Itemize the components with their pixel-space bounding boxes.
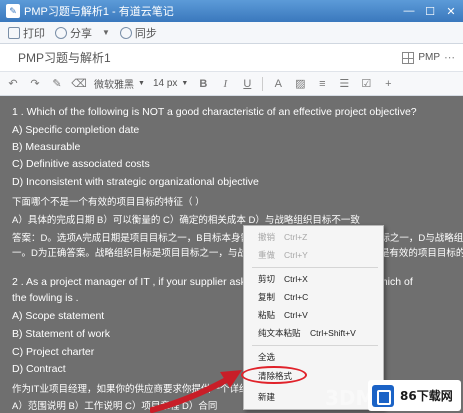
menu-item-shortcut: Ctrl+V — [284, 310, 308, 320]
toolbar-divider — [262, 76, 264, 91]
content-line: the fowling is . — [12, 292, 79, 304]
content-line: 下面哪个不是一个有效的项目目标的特征（ ） — [12, 197, 205, 208]
content-line: D) Inconsistent with strategic organizat… — [12, 176, 259, 188]
site-logo-icon — [372, 384, 394, 407]
highlight-circle — [241, 366, 307, 384]
menu-item-shortcut: Ctrl+C — [284, 292, 309, 302]
menu-item-select-all[interactable]: 全选 — [244, 348, 384, 366]
sync-button[interactable]: 同步 — [119, 25, 157, 41]
print-button[interactable]: 打印 — [8, 25, 45, 41]
window-title: PMP习题与解析1 - 有道云笔记 — [24, 6, 174, 18]
menu-item-shortcut: Ctrl+Shift+V — [310, 328, 356, 338]
content-line: B) Measurable — [12, 141, 81, 153]
title-bar: ✎ PMP习题与解析1 - 有道云笔记 — ☐ ✕ — [0, 0, 463, 22]
menu-item-copy[interactable]: 复制 Ctrl+C — [244, 288, 384, 306]
font-size-select[interactable]: 14 px ▼ — [153, 78, 188, 89]
redo-icon[interactable]: ↷ — [28, 77, 42, 91]
content-line: B) Statement of work — [12, 328, 111, 340]
share-button[interactable]: 分享 — [55, 25, 92, 41]
notebook-icon — [402, 51, 415, 64]
menu-item-cut[interactable]: 剪切 Ctrl+X — [244, 270, 384, 288]
content-line: D) Contract — [12, 363, 66, 375]
note-icon: ✎ — [6, 4, 20, 18]
clear-format-icon[interactable]: ⌫ — [71, 77, 87, 91]
italic-button[interactable]: I — [218, 77, 232, 91]
menu-item-paste-plain-text[interactable]: 纯文本粘贴 Ctrl+Shift+V — [244, 324, 384, 342]
annotation-arrow — [150, 370, 242, 413]
menu-item-label: 撤销 — [258, 232, 276, 242]
bold-button[interactable]: B — [196, 77, 210, 91]
align-icon[interactable]: ≡ — [315, 77, 329, 91]
content-line: 答案：D。选项A完成日期是项目目标之一，B目标本身需可衡量，C确定相关成本也是目… — [12, 233, 463, 244]
content-line: C) Project charter — [12, 346, 95, 358]
content-line: A) Specific completion date — [12, 124, 140, 136]
menu-item-redo[interactable]: 重做 Ctrl+Y — [244, 246, 384, 264]
menu-item-shortcut: Ctrl+Y — [284, 250, 308, 260]
sync-label: 同步 — [134, 27, 157, 40]
font-size-value: 14 px — [152, 78, 178, 89]
main-toolbar: 打印 分享 ▼ 同步 — [0, 22, 463, 44]
menu-item-label: 粘贴 — [258, 310, 276, 320]
chevron-down-icon[interactable]: ▼ — [102, 28, 110, 37]
maximize-icon[interactable]: ☐ — [421, 2, 439, 20]
content-line: A）具体的完成日期 B）可以衡量的 C）确定的相关成本 D）与战略组织目标不一致 — [12, 215, 360, 226]
undo-icon[interactable]: ↶ — [6, 77, 20, 91]
menu-item-paste[interactable]: 粘贴 Ctrl+V — [244, 306, 384, 324]
chevron-down-icon: ▼ — [138, 80, 145, 87]
menu-divider — [252, 345, 378, 346]
note-title-bar: PMP习题与解析1 PMP ⋯ — [0, 44, 463, 72]
menu-item-shortcut: Ctrl+Z — [284, 232, 308, 242]
menu-item-undo[interactable]: 撤销 Ctrl+Z — [244, 228, 384, 246]
menu-item-label: 新建 — [258, 392, 276, 402]
content-line: 一。D为正确答案。战略组织目标是项目目标之一，与战略组织目标不一致的项目目标不是… — [12, 248, 463, 259]
content-line: C) Definitive associated costs — [12, 158, 150, 170]
menu-item-label: 剪切 — [258, 274, 276, 284]
share-icon — [55, 26, 67, 39]
share-label: 分享 — [70, 27, 92, 40]
sync-icon — [119, 26, 132, 39]
highlight-icon[interactable]: ▨ — [293, 77, 307, 91]
font-color-icon[interactable]: A — [271, 77, 285, 91]
watermark-86xiazai: 86下载网 — [368, 380, 461, 411]
underline-button[interactable]: U — [240, 77, 254, 91]
menu-item-label: 复制 — [258, 292, 276, 302]
checkbox-icon[interactable]: ☑ — [359, 77, 373, 91]
more-icon[interactable]: ⋯ — [444, 51, 455, 64]
menu-item-label: 全选 — [258, 352, 276, 362]
font-family-select[interactable]: 微软雅黑 ▼ — [94, 76, 145, 91]
menu-item-label: 重做 — [258, 250, 276, 260]
menu-item-shortcut: Ctrl+X — [284, 274, 308, 284]
format-painter-icon[interactable]: ✎ — [50, 77, 64, 91]
print-label: 打印 — [23, 27, 45, 40]
menu-divider — [252, 267, 378, 268]
close-icon[interactable]: ✕ — [442, 2, 460, 20]
chevron-down-icon: ▼ — [181, 80, 189, 87]
menu-item-label: 纯文本粘贴 — [258, 328, 301, 338]
format-toolbar: ↶ ↷ ✎ ⌫ 微软雅黑 ▼ 14 px ▼ B I U A ▨ ≡ ☰ ☑ + — [0, 72, 463, 96]
print-icon — [8, 26, 20, 39]
list-icon[interactable]: ☰ — [337, 77, 351, 91]
note-title[interactable]: PMP习题与解析1 — [18, 49, 111, 66]
notebook-selector[interactable]: PMP — [418, 52, 440, 63]
font-family-value: 微软雅黑 — [94, 80, 134, 91]
content-line: 1 . Which of the following is NOT a good… — [12, 106, 417, 118]
minimize-icon[interactable]: — — [400, 2, 418, 20]
content-line: A) Scope statement — [12, 310, 105, 322]
insert-icon[interactable]: + — [381, 77, 395, 91]
watermark-text: 86下载网 — [400, 389, 453, 403]
